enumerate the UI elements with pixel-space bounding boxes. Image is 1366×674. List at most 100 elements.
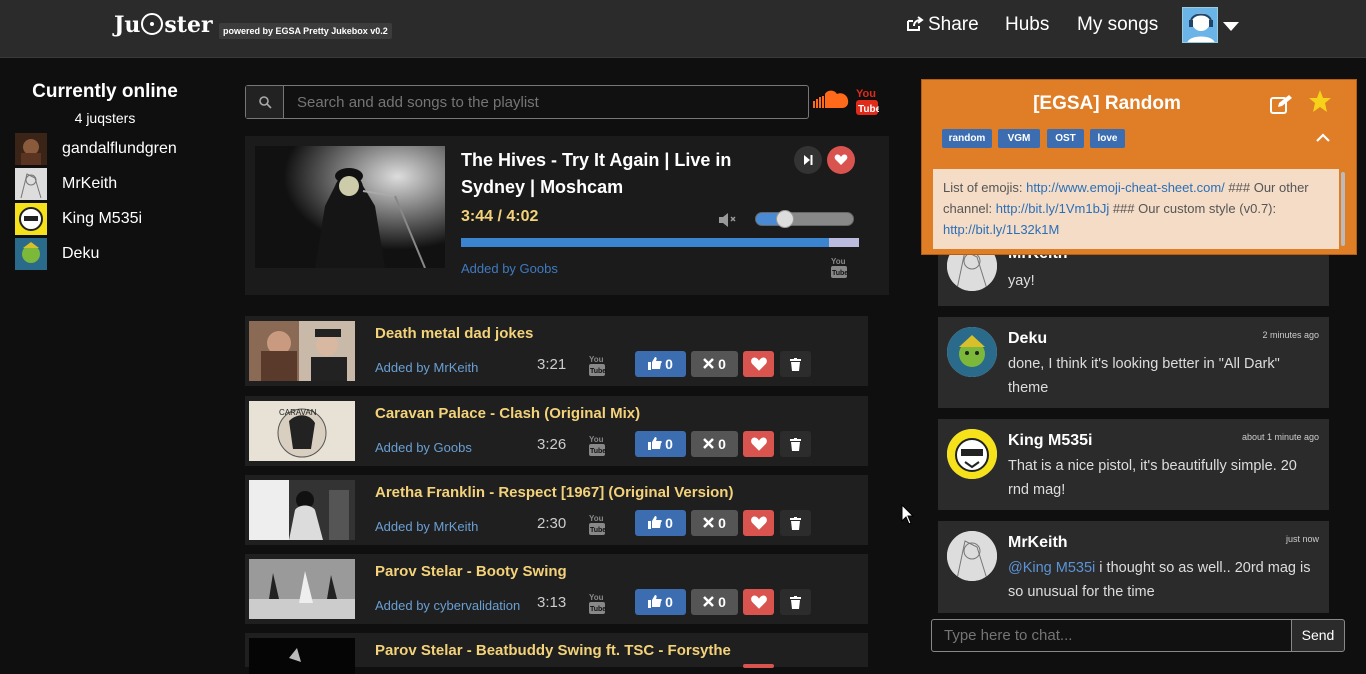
added-by-label: Added by [375, 360, 434, 375]
upvote-button[interactable]: 0 [635, 589, 686, 615]
delete-button[interactable] [780, 351, 811, 377]
heart-icon [750, 357, 767, 371]
youtube-icon[interactable]: You Tube [588, 512, 606, 536]
hub-tag[interactable]: OST [1047, 129, 1084, 148]
downvote-button[interactable]: 0 [691, 510, 738, 536]
user-avatar [15, 238, 47, 270]
share-icon [907, 16, 924, 31]
downvote-button[interactable]: 0 [691, 431, 738, 457]
hub-panel: [EGSA] Random random VGM OST love List o… [921, 79, 1357, 255]
skip-button[interactable] [794, 146, 822, 174]
chat-avatar [947, 531, 997, 581]
upvote-button[interactable]: 0 [635, 431, 686, 457]
thumbs-up-icon [648, 357, 662, 370]
style-link[interactable]: http://bit.ly/1L32k1M [943, 222, 1059, 237]
downvote-button[interactable]: 0 [691, 589, 738, 615]
youtube-icon[interactable]: You Tube [588, 353, 606, 377]
caret-down-icon[interactable] [1223, 22, 1239, 31]
hub-tag[interactable]: love [1090, 129, 1125, 148]
svg-text:You: You [589, 593, 604, 602]
volume-knob[interactable] [776, 210, 795, 228]
online-count: 4 juqsters [74, 110, 136, 126]
online-user[interactable]: gandalflundgren [15, 133, 215, 165]
channel-link[interactable]: http://bit.ly/1Vm1bJj [996, 201, 1109, 216]
delete-button[interactable] [780, 589, 811, 615]
heart-icon [750, 437, 767, 451]
added-by-user[interactable]: Goobs [434, 440, 472, 455]
downvote-button[interactable]: 0 [691, 351, 738, 377]
trash-icon [790, 517, 801, 530]
svg-text:Tube: Tube [590, 527, 606, 534]
close-icon [703, 517, 714, 528]
youtube-icon[interactable]: You Tube [588, 591, 606, 615]
svg-text:Tube: Tube [832, 270, 848, 277]
youtube-icon[interactable]: You Tube [588, 433, 606, 457]
chat-text: That is a nice pistol, it's beautifully … [1008, 458, 1297, 498]
hub-desc-scrollbar[interactable] [1341, 172, 1345, 246]
downvote-count: 0 [718, 436, 726, 452]
powered-by-badge: powered by EGSA Pretty Jukebox v0.2 [219, 23, 392, 39]
chat-input[interactable] [931, 619, 1292, 652]
top-navbar: Ju ster powered by EGSA Pretty Jukebox v0… [0, 0, 1366, 58]
share-link[interactable]: Share [906, 14, 979, 36]
youtube-icon[interactable]: You Tube [855, 86, 879, 116]
song-added-by: Added by MrKeith [375, 519, 478, 534]
search-addon [246, 86, 284, 118]
logo-disc-icon [141, 13, 164, 35]
emoji-link[interactable]: http://www.emoji-cheat-sheet.com/ [1026, 180, 1225, 195]
song-thumbnail [249, 638, 355, 674]
chat-mention[interactable]: @King M535i [1008, 560, 1095, 576]
my-songs-link[interactable]: My songs [1077, 14, 1158, 36]
juqster-logo[interactable]: Ju ster [114, 12, 213, 38]
online-user-name: gandalflundgren [62, 140, 177, 157]
added-by-label: Added by [375, 519, 434, 534]
svg-text:You: You [589, 514, 604, 523]
search-input[interactable] [285, 86, 807, 118]
online-user[interactable]: MrKeith [15, 168, 215, 200]
user-avatar [15, 203, 47, 235]
svg-text:Tube: Tube [858, 104, 879, 115]
mouse-cursor-icon [901, 504, 915, 525]
volume-slider[interactable] [755, 210, 854, 228]
chevron-up-icon[interactable] [1316, 133, 1330, 143]
playlist-item: Parov Stelar - Booty Swing Added by cyber… [245, 554, 868, 624]
soundcloud-icon[interactable] [812, 88, 850, 110]
favorite-button[interactable] [743, 589, 774, 615]
added-by-user[interactable]: MrKeith [434, 519, 479, 534]
star-icon[interactable] [1308, 89, 1332, 113]
svg-text:You: You [831, 257, 846, 266]
user-avatar[interactable] [1182, 7, 1218, 43]
favorite-button[interactable] [827, 146, 855, 174]
hub-tag[interactable]: random [942, 129, 992, 148]
favorite-button[interactable] [743, 664, 774, 668]
chat-avatar [947, 255, 997, 291]
upvote-count: 0 [665, 356, 673, 372]
favorite-button[interactable] [743, 510, 774, 536]
added-by-user[interactable]: MrKeith [434, 360, 479, 375]
favorite-button[interactable] [743, 351, 774, 377]
chat-avatar [947, 429, 997, 479]
song-title: Death metal dad jokes [375, 325, 534, 342]
playlist-item: Parov Stelar - Beatbuddy Swing ft. TSC -… [245, 633, 868, 674]
progress-bar[interactable] [461, 238, 859, 247]
added-by-user[interactable]: cybervalidation [434, 598, 521, 613]
online-user[interactable]: King M535i [15, 203, 215, 235]
hub-tag[interactable]: VGM [998, 129, 1040, 148]
send-button[interactable]: Send [1291, 619, 1345, 652]
upvote-button[interactable]: 0 [635, 351, 686, 377]
online-user[interactable]: Deku [15, 238, 215, 270]
online-user-name: MrKeith [62, 175, 118, 192]
hub-desc-text: ### Our custom style (v0.7): [1109, 201, 1277, 216]
chat-timestamp: just now [1285, 534, 1319, 544]
volume-icon[interactable] [718, 212, 738, 228]
edit-icon[interactable] [1270, 94, 1294, 114]
song-title: Parov Stelar - Beatbuddy Swing ft. TSC -… [375, 642, 731, 659]
thumbs-up-icon [648, 595, 662, 608]
hubs-link[interactable]: Hubs [1005, 14, 1049, 36]
logo-text-left: Ju [114, 12, 141, 38]
delete-button[interactable] [780, 431, 811, 457]
youtube-icon[interactable]: You Tube [830, 255, 848, 279]
upvote-button[interactable]: 0 [635, 510, 686, 536]
delete-button[interactable] [780, 510, 811, 536]
favorite-button[interactable] [743, 431, 774, 457]
